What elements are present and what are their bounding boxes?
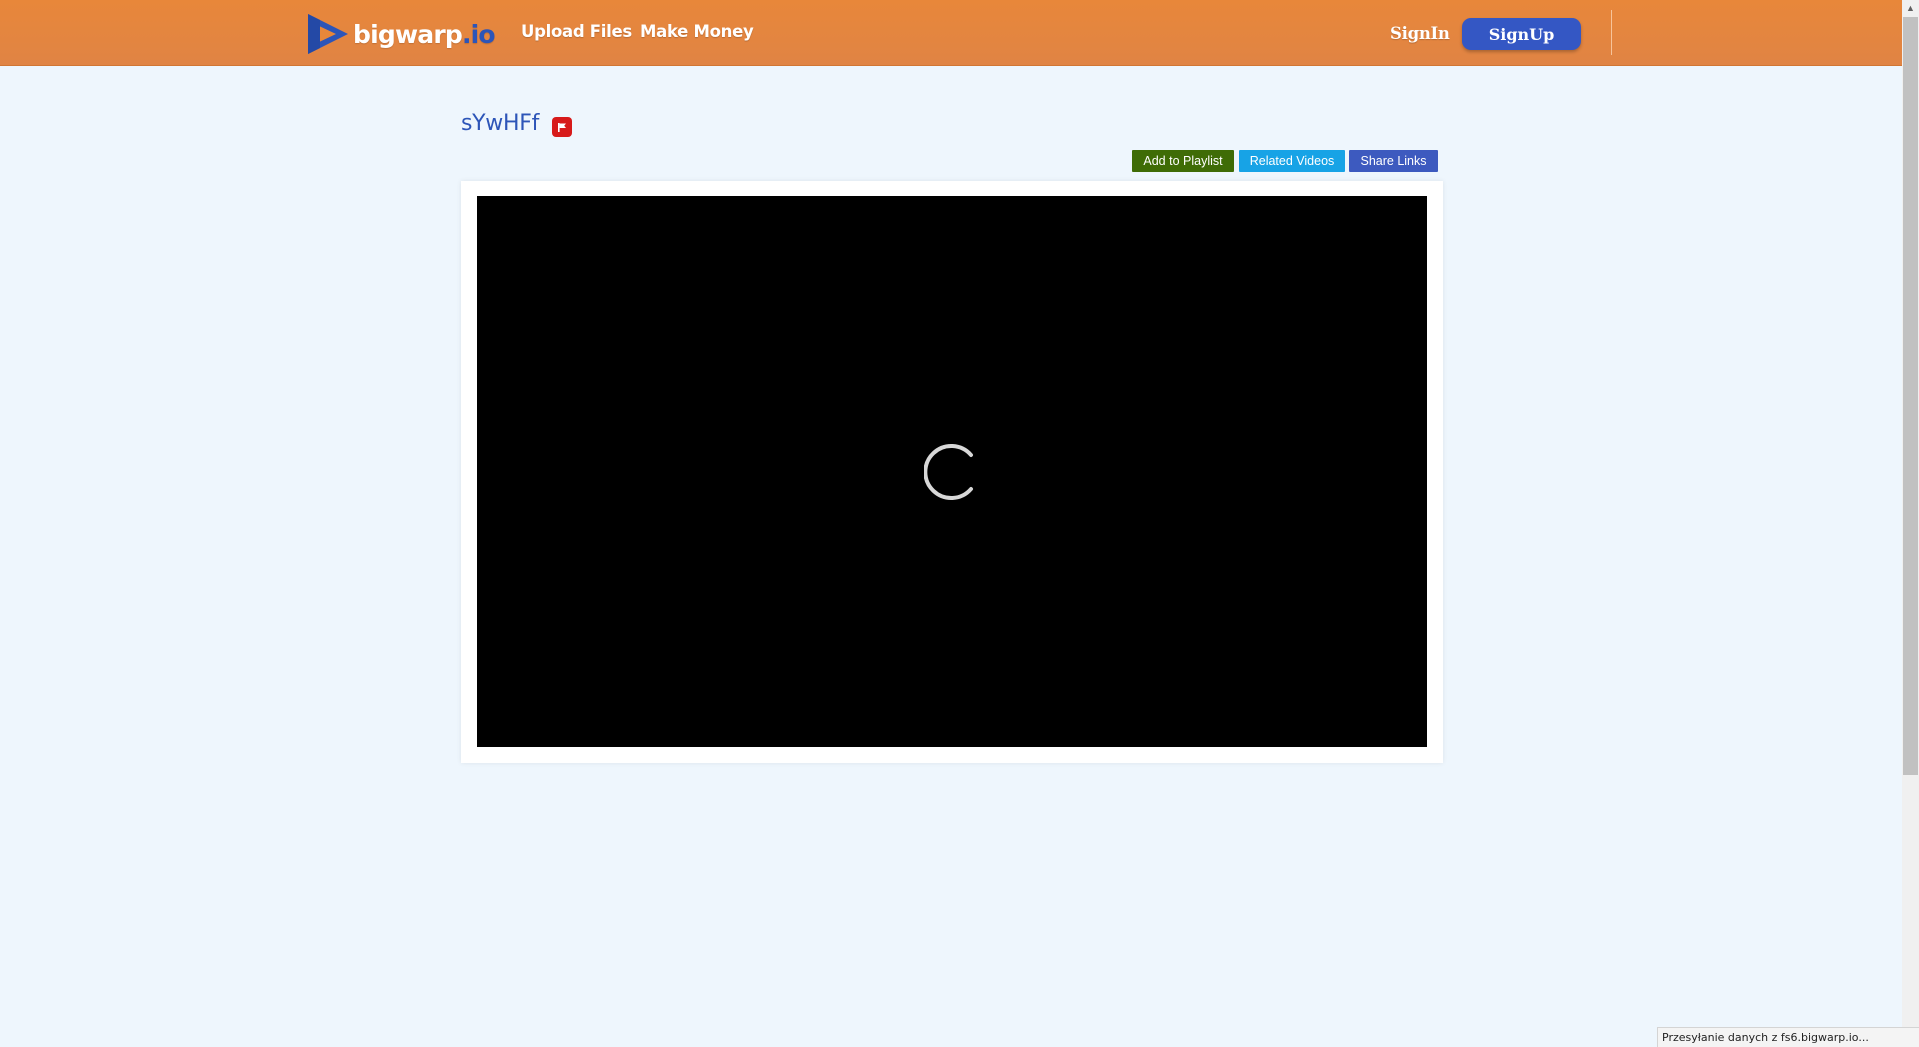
nav-make-money[interactable]: Make Money [640,22,754,41]
video-title: sYwHFf [461,111,540,136]
flag-icon [558,122,566,132]
scrollbar-thumb[interactable] [1903,17,1918,775]
video-player[interactable] [477,196,1427,747]
browser-status-bar: Przesyłanie danych z fs6.bigwarp.io... [1657,1027,1919,1047]
logo-tld: .io [461,19,496,49]
top-navbar: bigwarp.io Upload Files Make Money SignI… [0,0,1902,66]
page-scrollbar[interactable]: ▲ [1902,0,1919,1047]
header-divider [1611,10,1612,55]
nav-upload-files[interactable]: Upload Files [521,22,632,41]
site-logo[interactable]: bigwarp.io [306,12,496,56]
share-links-button[interactable]: Share Links [1349,150,1438,172]
signin-link[interactable]: SignIn [1390,24,1450,43]
logo-name: bigwarp [353,19,463,49]
scroll-up-arrow-icon[interactable]: ▲ [1902,0,1919,17]
logo-text: bigwarp.io [353,19,496,49]
play-logo-icon [308,14,348,54]
player-card [461,181,1443,763]
signup-button[interactable]: SignUp [1462,18,1581,50]
report-flag-button[interactable] [552,117,572,137]
loading-spinner-icon [924,444,973,500]
add-to-playlist-button[interactable]: Add to Playlist [1132,150,1234,172]
related-videos-button[interactable]: Related Videos [1239,150,1345,172]
